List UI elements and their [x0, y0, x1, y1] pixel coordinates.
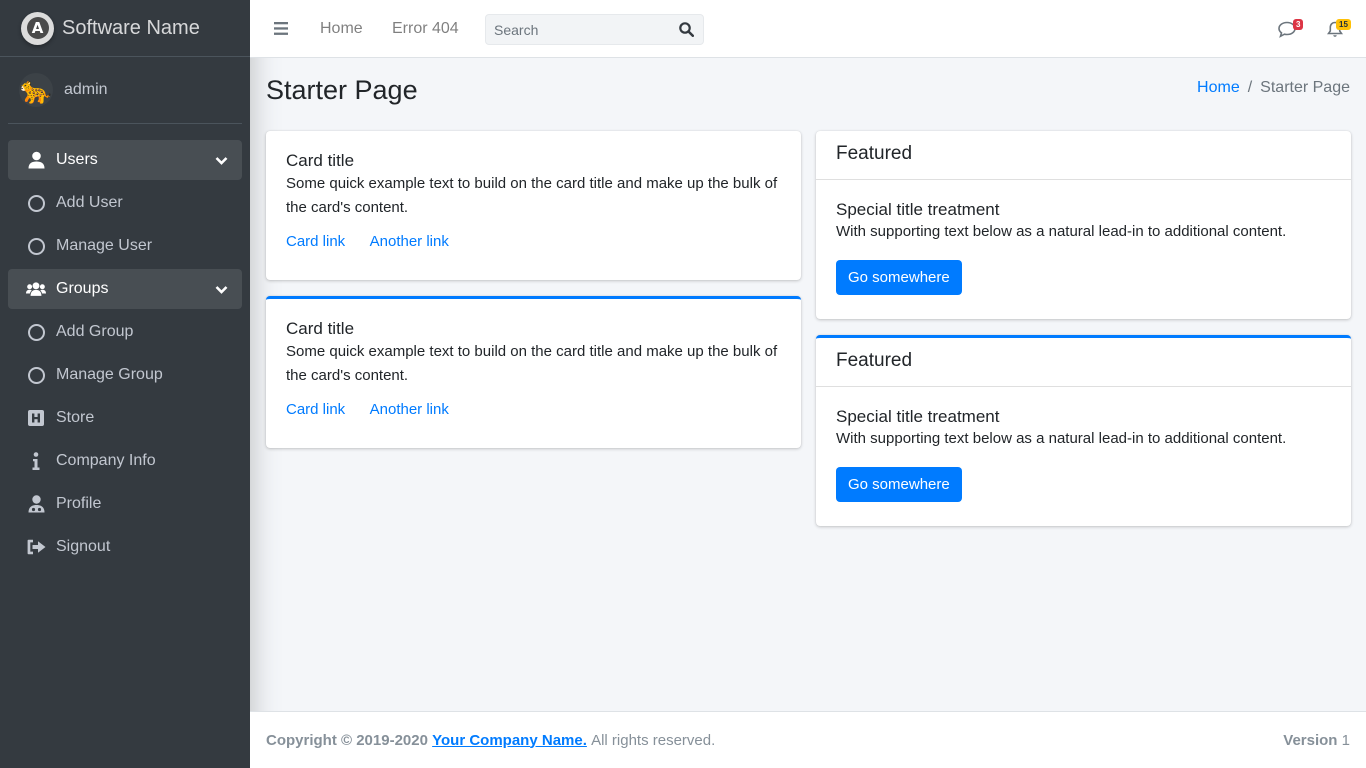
sidebar-item-signout[interactable]: Signout [8, 527, 242, 567]
another-link[interactable]: Another link [370, 401, 449, 418]
sidebar-nav: Users Add User Manage User Groups Add Gr… [0, 140, 250, 567]
sidebar-item-store[interactable]: Store [8, 398, 242, 438]
featured-card: Featured Special title treatment With su… [816, 335, 1351, 526]
card-header: Featured [816, 131, 1351, 180]
card-text: Some quick example text to build on the … [286, 175, 778, 216]
sidebar-item-label: Groups [56, 280, 109, 297]
go-somewhere-button[interactable]: Go somewhere [836, 260, 962, 295]
version-label: Version [1283, 731, 1338, 749]
card: Card title Some quick example text to bu… [266, 296, 801, 448]
hamburger-menu-icon[interactable] [274, 22, 288, 40]
chevron-down-icon [215, 153, 228, 171]
card-title: Card title [286, 151, 355, 170]
sidebar-item-add-user[interactable]: Add User [8, 183, 242, 223]
circle-icon [26, 237, 46, 255]
sidebar-item-label: Add Group [56, 323, 134, 340]
hospital-icon [26, 410, 46, 426]
footer: Copyright © 2019-2020 Your Company Name.… [250, 711, 1366, 768]
card-text: With supporting text below as a natural … [836, 430, 1287, 447]
card-text: Some quick example text to build on the … [286, 343, 778, 384]
chevron-down-icon [215, 282, 228, 300]
topbar: Home Error 404 3 15 [250, 0, 1366, 58]
sidebar-item-profile[interactable]: Profile [8, 484, 242, 524]
card-header: Featured [816, 338, 1351, 387]
sidebar-item-manage-user[interactable]: Manage User [8, 226, 242, 266]
version-number: 1 [1341, 731, 1350, 749]
card-link[interactable]: Card link [286, 401, 345, 418]
main-content: Starter Page Home / Starter Page Card ti… [250, 58, 1366, 711]
user-panel[interactable]: 🐆 admin [8, 57, 242, 124]
card-title: Special title treatment [836, 407, 1000, 426]
breadcrumb-current: Starter Page [1260, 79, 1350, 96]
card-links: Card link Another link [286, 401, 781, 419]
sidebar: A Software Name 🐆 admin Users Add User M… [0, 0, 250, 768]
card-text: With supporting text below as a natural … [836, 223, 1287, 240]
search-input[interactable] [486, 15, 671, 44]
user-icon [26, 151, 46, 169]
nav-link-home[interactable]: Home [320, 20, 363, 38]
sidebar-item-manage-group[interactable]: Manage Group [8, 355, 242, 395]
sidebar-item-label: Company Info [56, 452, 156, 469]
sidebar-item-company-info[interactable]: Company Info [8, 441, 242, 481]
copyright-text: Copyright © 2019-2020 [266, 731, 428, 749]
sidebar-item-groups[interactable]: Groups [8, 269, 242, 309]
card-title: Card title [286, 319, 355, 338]
breadcrumb-separator: / [1247, 79, 1253, 96]
sign-out-icon [26, 539, 46, 555]
card-link[interactable]: Card link [286, 233, 345, 250]
featured-card: Featured Special title treatment With su… [816, 131, 1351, 319]
sidebar-item-add-group[interactable]: Add Group [8, 312, 242, 352]
messages-count-badge: 3 [1293, 19, 1304, 30]
avatar: 🐆 [19, 73, 53, 107]
nav-link-error-404[interactable]: Error 404 [392, 20, 459, 38]
notifications-count-badge: 15 [1336, 19, 1351, 30]
sidebar-item-label: Manage User [56, 237, 153, 254]
page-title: Starter Page [266, 75, 418, 105]
user-name: admin [64, 81, 108, 98]
search-icon[interactable] [671, 15, 701, 44]
card-links: Card link Another link [286, 233, 781, 251]
sidebar-item-label: Manage Group [56, 366, 163, 383]
brand-link[interactable]: A Software Name [0, 0, 250, 57]
sidebar-item-label: Profile [56, 495, 102, 512]
circle-icon [26, 323, 46, 341]
sidebar-item-label: Signout [56, 538, 111, 555]
sidebar-item-label: Users [56, 151, 98, 168]
company-link[interactable]: Your Company Name. [432, 732, 587, 749]
users-icon [26, 281, 46, 297]
sidebar-item-users[interactable]: Users [8, 140, 242, 180]
go-somewhere-button[interactable]: Go somewhere [836, 467, 962, 502]
circle-icon [26, 194, 46, 212]
brand-name: Software Name [62, 16, 200, 39]
circle-icon [26, 366, 46, 384]
card-title: Special title treatment [836, 200, 1000, 219]
breadcrumb: Home / Starter Page [1197, 79, 1350, 97]
rights-text: All rights reserved. [591, 731, 716, 749]
user-doctor-icon [26, 495, 46, 513]
sidebar-item-label: Add User [56, 194, 123, 211]
another-link[interactable]: Another link [370, 233, 449, 250]
version-info: Version 1 [1283, 732, 1350, 749]
brand-logo-icon: A [21, 11, 54, 45]
breadcrumb-home-link[interactable]: Home [1197, 79, 1240, 97]
sidebar-item-label: Store [56, 409, 95, 426]
card: Card title Some quick example text to bu… [266, 131, 801, 280]
info-icon [26, 452, 46, 470]
search-box [485, 14, 704, 45]
